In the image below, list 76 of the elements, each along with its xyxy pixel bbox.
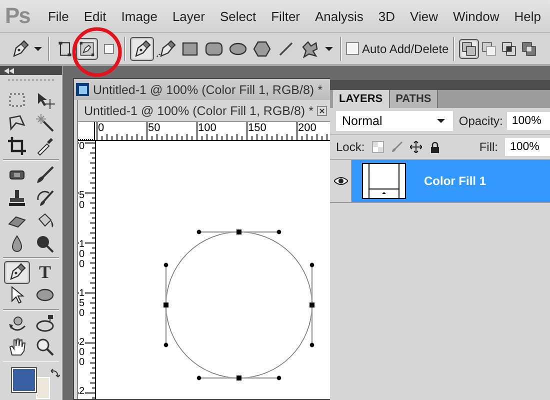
menu-item[interactable]: Filter (265, 8, 306, 24)
caret-icon (34, 44, 42, 52)
history-brush-icon (35, 188, 55, 208)
lasso-icon (7, 112, 27, 133)
pen-nib-icon (132, 38, 152, 58)
ruler-label: 100 (79, 240, 85, 270)
panel-tab[interactable]: PATHS (390, 90, 438, 108)
orbit-3d-icon (35, 314, 55, 334)
ruler-label: 200 (298, 122, 318, 134)
ruler-label: 50 (148, 122, 162, 134)
tool-button[interactable] (130, 36, 154, 60)
menu-item[interactable]: Help (508, 8, 547, 24)
lock-label: Lock: (336, 140, 365, 154)
stamp-icon (7, 188, 27, 208)
close-icon[interactable] (317, 106, 328, 116)
ruler-label: 0 (79, 142, 85, 152)
ruler-label: 2 (79, 387, 85, 397)
opacity-label: Opacity: (458, 114, 503, 128)
freeform-pen-icon (156, 38, 176, 58)
window-title: Untitled-1 @ 100% (Color Fill 1, RGB/8) * (93, 82, 322, 96)
tool-button[interactable]: T (32, 260, 58, 284)
exclude-path-area-icon (520, 40, 537, 56)
background-color-swatch[interactable] (36, 377, 50, 400)
path-mode-icon (78, 40, 96, 58)
panel-tab[interactable]: LAYERS (333, 90, 390, 108)
ruler-label: 0 (98, 122, 106, 134)
menu-item[interactable]: Image (115, 8, 164, 24)
path-operation-button[interactable] (458, 38, 479, 58)
auto-add-delete-checkbox[interactable]: Auto Add/Delete (346, 42, 449, 56)
move-cross-icon[interactable] (410, 141, 422, 153)
ruler-label: 150 (248, 122, 268, 134)
mode-button[interactable] (76, 38, 98, 60)
padlock-icon[interactable] (428, 141, 441, 153)
ruler-label: 50 (79, 191, 85, 211)
hexagon-icon (252, 38, 272, 58)
ruler-label: 150 (79, 289, 85, 319)
blend-mode-dropdown[interactable]: Normal (336, 111, 453, 131)
fill-field[interactable]: 100% (505, 138, 550, 156)
menu-item[interactable]: 3D (372, 8, 402, 24)
add-path-area-icon (460, 40, 477, 56)
layer-name: Color Fill 1 (424, 174, 486, 188)
tool-button[interactable] (4, 260, 30, 284)
app-logo: Ps (5, 3, 31, 29)
magic-wand-icon (35, 112, 55, 133)
app-icon (76, 83, 89, 96)
hand-icon (7, 337, 27, 358)
shape-layer-mode-icon (56, 40, 74, 58)
highlight-circle (71, 26, 123, 78)
brush-icon (35, 164, 55, 185)
checkerboard-icon[interactable] (372, 141, 384, 153)
subtract-path-area-icon (480, 40, 497, 56)
ruler-label: 100 (198, 122, 218, 134)
checkbox[interactable] (346, 42, 359, 55)
eyedropper-icon (35, 136, 55, 156)
menu-item[interactable]: Window (447, 8, 506, 24)
menu-item[interactable]: Layer (166, 8, 211, 24)
opacity-field[interactable]: 100% (506, 112, 550, 130)
caret-icon (436, 117, 445, 125)
menu-item[interactable]: Edit (78, 8, 112, 24)
ruler-label: 200 (79, 338, 85, 368)
menu-item[interactable]: View (404, 8, 444, 24)
caret-icon[interactable] (325, 44, 333, 52)
menu-item[interactable]: File (42, 8, 75, 24)
puzzle-shape-icon (300, 38, 320, 58)
magnifier-icon (35, 337, 55, 358)
menu-item[interactable]: Analysis (309, 8, 370, 24)
fill-label: Fill: (479, 140, 498, 154)
menu-item[interactable]: Select (214, 8, 262, 24)
pen-nib-icon (7, 262, 27, 282)
foreground-color-swatch[interactable] (12, 368, 36, 392)
pen-nib-icon (10, 38, 30, 58)
crop-icon (7, 136, 27, 156)
layer-thumbnail (362, 163, 406, 199)
dodge-icon (35, 234, 55, 254)
swap-arrows-icon[interactable] (50, 368, 60, 378)
intersect-path-area-icon (500, 40, 517, 56)
